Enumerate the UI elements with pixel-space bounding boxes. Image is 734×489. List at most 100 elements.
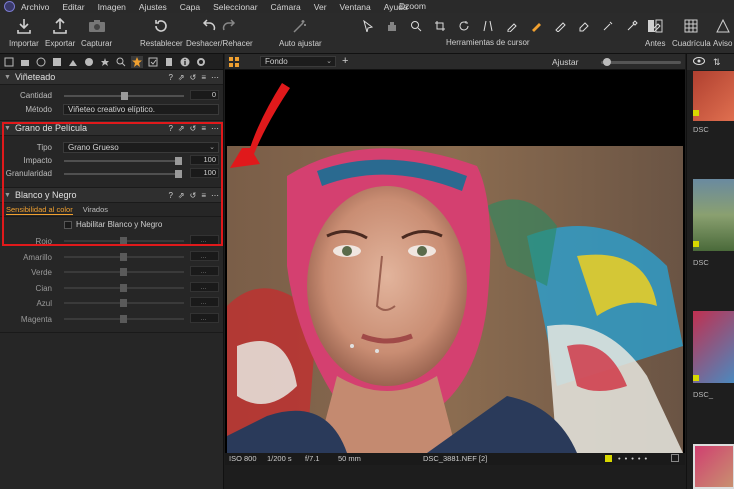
menu-capa[interactable]: Capa <box>180 2 200 12</box>
vineteado-header[interactable]: ▼ Viñeteado ? ⇗ ↺ ≡ ⋯ <box>0 70 223 85</box>
brush-icon[interactable] <box>526 18 546 34</box>
deshacer-label: Deshacer/Rehacer <box>186 39 253 48</box>
thumbnail[interactable] <box>693 311 734 383</box>
sort-icon[interactable]: ⇅ <box>713 57 721 68</box>
amarillo-value[interactable]: ... <box>190 250 219 261</box>
thumbnail[interactable] <box>693 71 734 121</box>
slider-thumb[interactable] <box>120 252 127 261</box>
crop-icon[interactable] <box>430 18 450 34</box>
capture-tab-icon[interactable] <box>19 56 31 68</box>
color-tag <box>693 110 699 116</box>
menu-archivo[interactable]: Archivo <box>21 2 49 12</box>
grid-view-icon[interactable] <box>229 57 239 69</box>
cuadricula-label: Cuadrícula <box>672 39 711 48</box>
library-tab-icon[interactable] <box>3 56 15 68</box>
reset-section-icon[interactable]: ↺ <box>190 73 197 82</box>
menu-imagen[interactable]: Imagen <box>98 2 126 12</box>
magenta-slider[interactable] <box>64 314 184 323</box>
slider-thumb[interactable] <box>120 92 128 100</box>
lens-tab-icon[interactable] <box>35 56 47 68</box>
menu-ventana[interactable]: Ventana <box>340 2 371 12</box>
collapse-icon: ▼ <box>4 73 11 81</box>
exposure-tab-icon[interactable] <box>67 56 79 68</box>
help-icon[interactable]: ? <box>168 73 172 82</box>
cian-slider[interactable] <box>64 283 184 292</box>
styles-star-tab-icon[interactable] <box>131 55 143 68</box>
capturar-button[interactable]: Capturar <box>81 16 112 48</box>
auto-ajustar-button[interactable]: Auto ajustar <box>279 16 322 48</box>
zoom-slider[interactable] <box>601 61 681 64</box>
exportar-button[interactable]: Exportar <box>45 16 75 48</box>
chevron-down-icon: ⌄ <box>326 58 332 65</box>
tool-tabs <box>0 54 223 70</box>
deshacer-button[interactable]: Deshacer/Rehacer <box>186 16 253 48</box>
eye-icon[interactable] <box>693 57 705 67</box>
fit-label[interactable]: Ajustar <box>552 57 578 67</box>
viewer-toolbar: Fondo ⌄ + Ajustar <box>225 54 685 70</box>
output-tab-icon[interactable] <box>163 56 175 68</box>
more-icon[interactable]: ⋯ <box>211 73 219 82</box>
azul-slider[interactable] <box>64 299 184 307</box>
color-tag[interactable] <box>605 455 612 462</box>
amarillo-slider[interactable] <box>64 252 184 261</box>
thumbnail-label: DSC <box>693 258 709 267</box>
cian-row: Cian ... <box>0 281 223 297</box>
menu-ver[interactable]: Ver <box>314 2 327 12</box>
thumbnail[interactable] <box>693 179 734 251</box>
settings-tab-icon[interactable] <box>195 56 207 68</box>
slider-thumb[interactable] <box>120 314 127 323</box>
verde-value[interactable]: ... <box>190 266 219 276</box>
presets-icon[interactable]: ≡ <box>201 73 206 82</box>
zoom-icon[interactable] <box>406 18 426 34</box>
picker-icon[interactable] <box>598 18 618 34</box>
cian-label: Cian <box>35 283 52 293</box>
spot-remove-icon[interactable] <box>502 18 522 34</box>
select-arrow-icon[interactable] <box>358 18 378 34</box>
copy-apply-icon[interactable]: ⇗ <box>178 73 185 82</box>
slider-thumb[interactable] <box>120 299 127 307</box>
zoom-slider-thumb[interactable] <box>603 58 611 66</box>
keystone-icon[interactable] <box>478 18 498 34</box>
cantidad-label: Cantidad <box>19 91 52 100</box>
importar-label: Importar <box>9 39 39 48</box>
menu-seleccionar[interactable]: Seleccionar <box>213 2 257 12</box>
color-tab-icon[interactable] <box>83 56 95 68</box>
cuadricula-button[interactable]: Cuadrícula <box>672 16 711 48</box>
hand-pan-icon[interactable] <box>382 18 402 34</box>
warning-icon <box>715 16 730 36</box>
background-select[interactable]: Fondo ⌄ <box>260 56 336 67</box>
aperture-value: f/7.1 <box>305 454 320 463</box>
info-tab-icon[interactable] <box>179 56 191 68</box>
pencil-icon[interactable] <box>550 18 570 34</box>
menu-bar: Archivo Editar Imagen Ajustes Capa Selec… <box>0 0 734 13</box>
aviso-button[interactable]: Aviso <box>713 16 732 48</box>
verde-slider[interactable] <box>64 268 184 276</box>
details-tab-icon[interactable] <box>99 56 111 68</box>
slider-thumb[interactable] <box>120 268 127 276</box>
metodo-select[interactable]: Viñeteo creativo elíptico. <box>63 103 219 115</box>
metadata-tab-icon[interactable] <box>147 56 159 68</box>
cian-value[interactable]: ... <box>190 281 219 292</box>
antes-button[interactable]: Antes <box>645 16 665 48</box>
menu-ajustes[interactable]: Ajustes <box>139 2 167 12</box>
eraser-icon[interactable] <box>574 18 594 34</box>
thumbnail-selected[interactable] <box>693 444 734 489</box>
local-adjust-tab-icon[interactable] <box>115 56 127 68</box>
cantidad-slider[interactable] <box>64 92 184 100</box>
rating-dots[interactable]: ••••• <box>618 454 651 463</box>
add-icon[interactable]: + <box>342 55 348 67</box>
magenta-row: Magenta ... <box>0 312 223 328</box>
white-balance-icon[interactable] <box>622 18 642 34</box>
composition-tab-icon[interactable] <box>51 56 63 68</box>
restablecer-button[interactable]: Restablecer <box>140 16 183 48</box>
importar-button[interactable]: Importar <box>9 16 39 48</box>
magenta-value[interactable]: ... <box>190 312 219 323</box>
rotate-icon[interactable] <box>454 18 474 34</box>
slider-thumb[interactable] <box>120 283 127 292</box>
azul-value[interactable]: ... <box>190 297 219 307</box>
cantidad-value[interactable]: 0 <box>190 90 219 100</box>
grid-icon <box>684 16 698 36</box>
menu-camara[interactable]: Cámara <box>271 2 301 12</box>
menu-editar[interactable]: Editar <box>62 2 84 12</box>
restablecer-label: Restablecer <box>140 39 183 48</box>
